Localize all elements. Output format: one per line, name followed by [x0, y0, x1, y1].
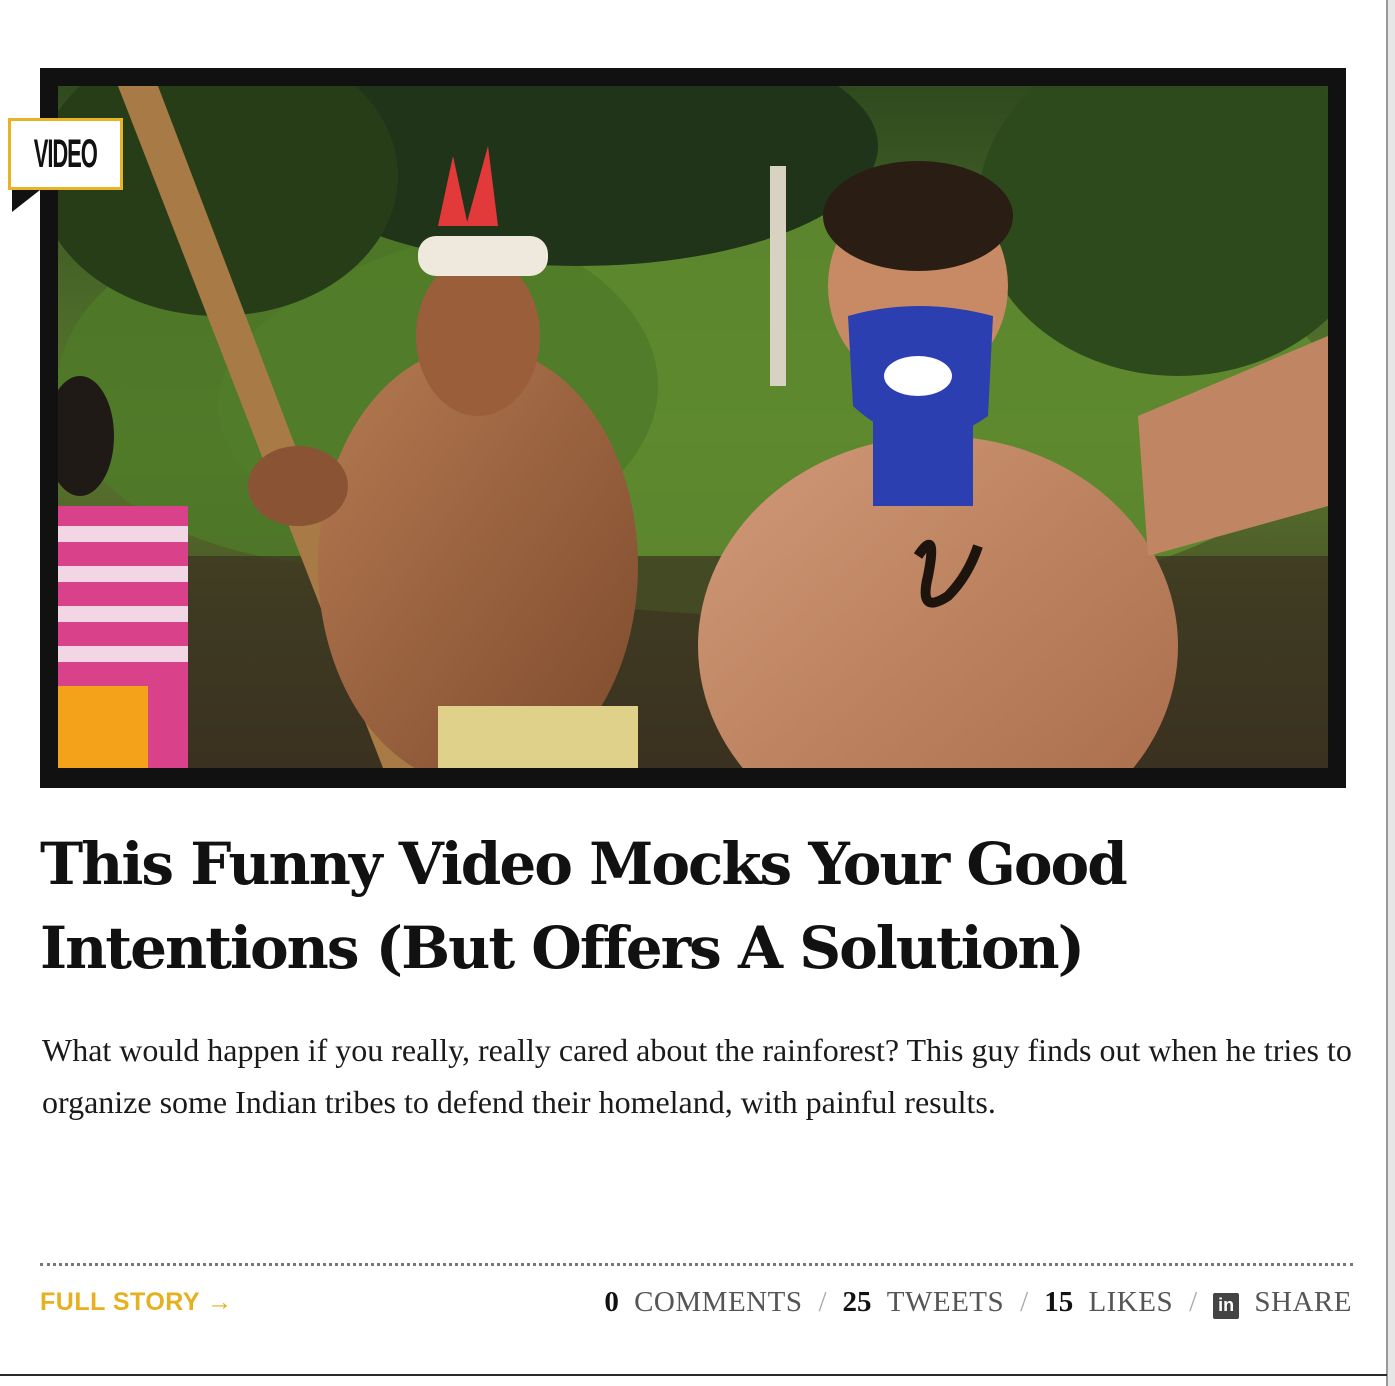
separator: /	[818, 1286, 827, 1318]
social-stats: 0 COMMENTS / 25 TWEETS / 15 LIKES / in S…	[604, 1286, 1352, 1319]
likes-label: LIKES	[1088, 1286, 1174, 1318]
video-thumbnail-image	[58, 86, 1328, 768]
likes-count: 15	[1044, 1286, 1074, 1318]
share-label: SHARE	[1254, 1286, 1352, 1318]
comments-count: 0	[604, 1286, 619, 1318]
article-summary: What would happen if you really, really …	[42, 1032, 1352, 1120]
dotted-divider	[40, 1263, 1353, 1266]
comments-link[interactable]: 0 COMMENTS	[604, 1286, 802, 1319]
article-title[interactable]: This Funny Video Mocks Your Good Intenti…	[40, 822, 1360, 990]
likes-link[interactable]: 15 LIKES	[1044, 1286, 1173, 1319]
linkedin-icon: in	[1213, 1292, 1240, 1319]
video-badge-label-wrap: VIDEO	[8, 118, 123, 190]
full-story-link[interactable]: FULL STORY →	[40, 1288, 233, 1317]
video-badge-label: VIDEO	[34, 131, 98, 176]
tweets-link[interactable]: 25 TWEETS	[843, 1286, 1005, 1319]
window-edge	[1386, 0, 1395, 1386]
separator: /	[1020, 1286, 1029, 1318]
bottom-border	[0, 1374, 1387, 1376]
tweets-label: TWEETS	[886, 1286, 1005, 1318]
tweets-count: 25	[842, 1286, 872, 1318]
separator: /	[1189, 1286, 1198, 1318]
badge-tail	[12, 190, 40, 212]
video-thumbnail[interactable]	[58, 86, 1328, 768]
linkedin-share-button[interactable]: in SHARE	[1213, 1286, 1352, 1319]
comments-label: COMMENTS	[634, 1286, 803, 1318]
